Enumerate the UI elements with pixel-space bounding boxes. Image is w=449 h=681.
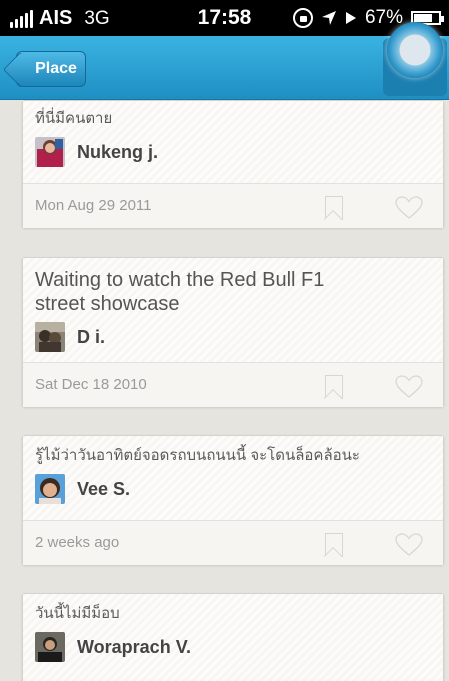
- post-author[interactable]: Nukeng j.: [35, 137, 431, 167]
- back-button-label: Place: [35, 60, 77, 77]
- post-text: วันนี้ไม่มีม็อบ: [35, 605, 120, 622]
- post-card[interactable]: รู้ไม้ว่าวันอาทิตย์จอดรถบนถนนนี้ จะโดนล็…: [22, 435, 444, 565]
- rotation-lock-icon: [292, 8, 313, 28]
- navigation-bar: Place: [0, 22, 449, 100]
- post-date: 2 weeks ago: [35, 534, 120, 551]
- post-date: Sat Dec 18 2010: [35, 376, 147, 393]
- avatar: [35, 632, 65, 662]
- play-icon: [345, 12, 356, 24]
- post-date: Mon Aug 29 2011: [35, 197, 152, 214]
- avatar: [35, 474, 65, 504]
- post-card[interactable]: ที่นี่มีคนตาย Nukeng j. Mon Aug 29 2011: [22, 100, 444, 228]
- back-arrow-shape: [2, 51, 39, 88]
- author-name: Vee S.: [77, 478, 131, 499]
- post-feed: ที่นี่มีคนตาย Nukeng j. Mon Aug 29 2011: [0, 100, 449, 681]
- post-author[interactable]: Vee S.: [35, 474, 431, 504]
- post-text: Waiting to watch the Red Bull F1 street …: [35, 269, 325, 315]
- post-author[interactable]: D i.: [35, 322, 431, 352]
- bookmark-icon[interactable]: [325, 196, 343, 220]
- post-card[interactable]: วันนี้ไม่มีม็อบ Woraprach V.: [22, 593, 444, 681]
- post-footer: 2 weeks ago: [23, 520, 443, 565]
- back-button[interactable]: Place: [2, 51, 86, 88]
- post-footer: Sat Dec 18 2010: [23, 362, 443, 407]
- post-text: รู้ไม้ว่าวันอาทิตย์จอดรถบนถนนนี้ จะโดนล็…: [35, 447, 360, 464]
- battery-percent: 67%: [364, 7, 403, 28]
- bookmark-icon[interactable]: [325, 375, 343, 399]
- post-card[interactable]: Waiting to watch the Red Bull F1 street …: [22, 257, 444, 407]
- assistive-touch-button[interactable]: [387, 22, 443, 78]
- avatar: [35, 137, 65, 167]
- author-name: Woraprach V.: [77, 636, 192, 657]
- location-arrow-icon: [321, 11, 336, 25]
- status-bar: AIS 3G 17:58 67%: [0, 0, 449, 36]
- avatar: [35, 322, 65, 352]
- heart-icon[interactable]: [395, 533, 423, 557]
- heart-icon[interactable]: [395, 375, 423, 399]
- heart-icon[interactable]: [395, 196, 423, 220]
- post-footer: Mon Aug 29 2011: [23, 183, 443, 228]
- post-author[interactable]: Woraprach V.: [35, 632, 431, 662]
- author-name: Nukeng j.: [77, 141, 159, 162]
- author-name: D i.: [77, 326, 106, 347]
- post-text: ที่นี่มีคนตาย: [35, 110, 113, 127]
- bookmark-icon[interactable]: [325, 533, 343, 557]
